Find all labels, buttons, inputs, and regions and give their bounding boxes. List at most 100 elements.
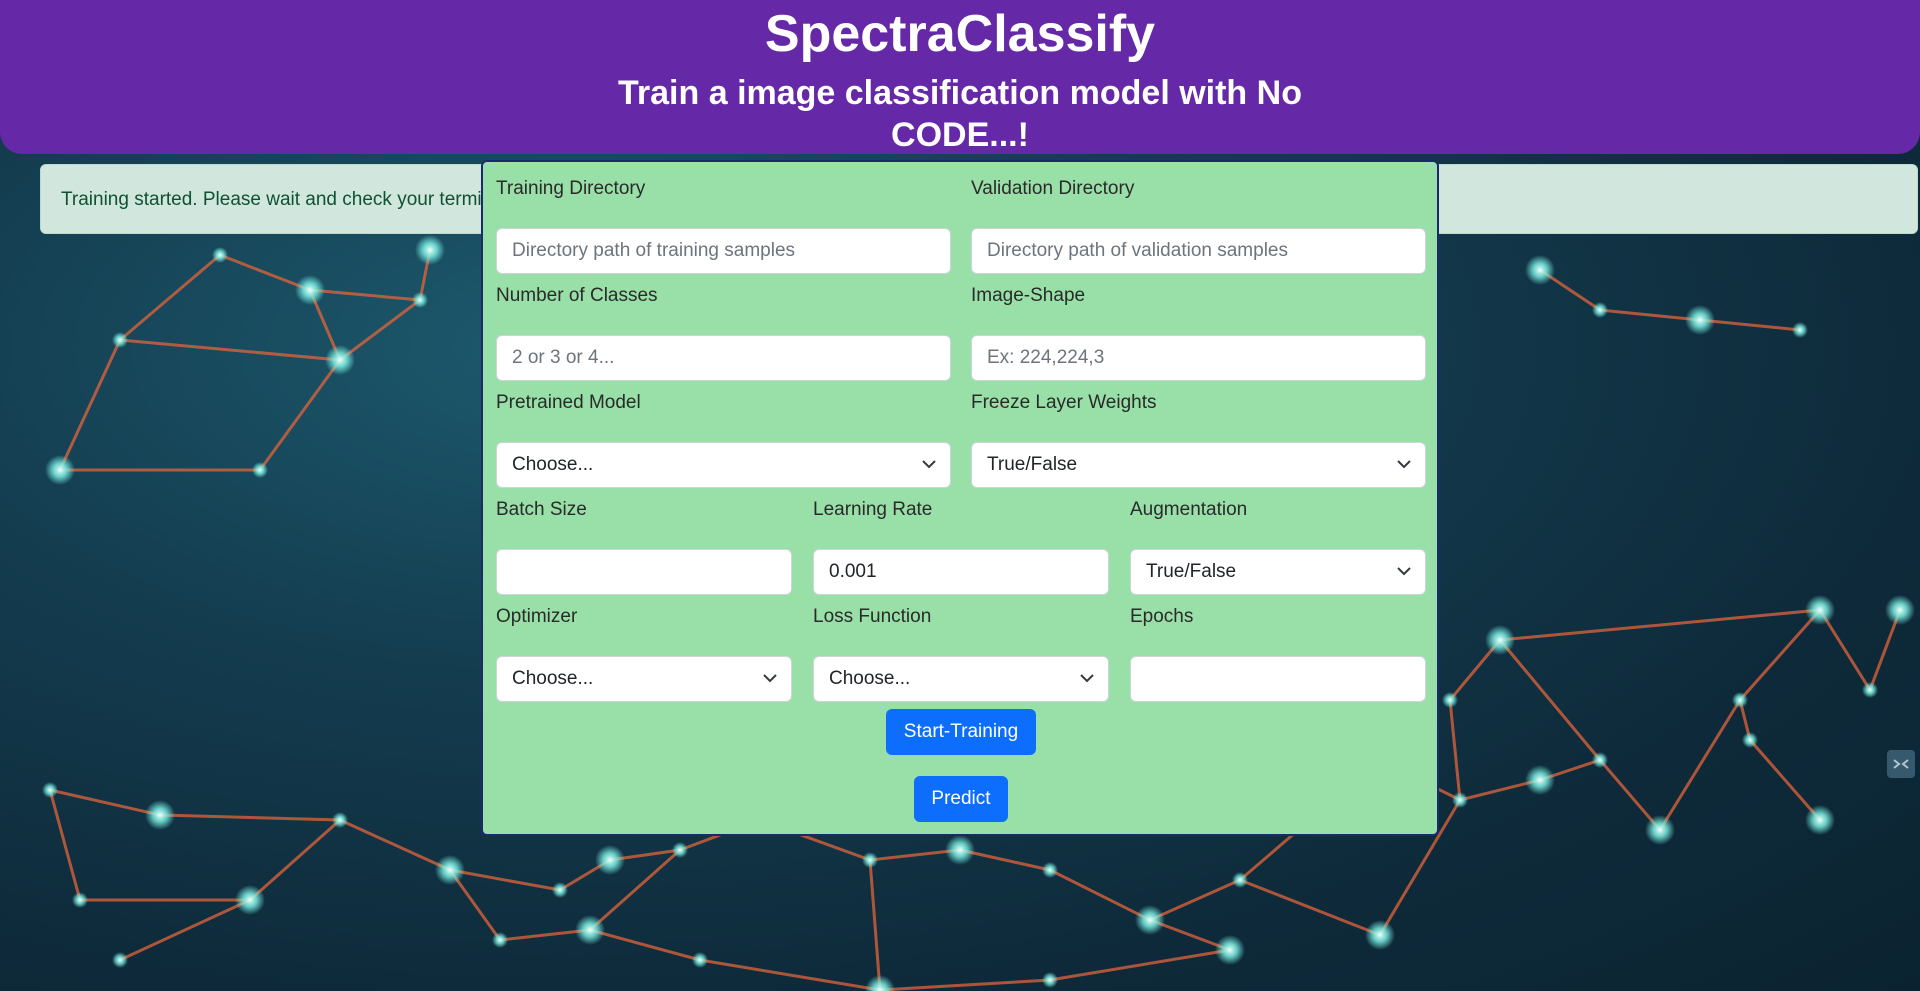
validation-directory-input[interactable] (971, 228, 1426, 274)
network-node (552, 882, 568, 898)
network-node (1732, 692, 1748, 708)
collapse-arrows-glyph (1893, 759, 1909, 769)
network-node (212, 247, 228, 263)
validation-directory-group: Validation Directory (971, 176, 1426, 274)
chevron-down-icon (1080, 674, 1094, 683)
network-line (159, 813, 341, 822)
network-node (692, 952, 708, 968)
network-node (595, 845, 625, 875)
collapse-arrows-icon[interactable] (1887, 750, 1915, 778)
network-line (58, 339, 122, 471)
app-title: SpectraClassify (764, 5, 1156, 63)
network-node (1592, 302, 1608, 318)
predict-button[interactable]: Predict (914, 776, 1008, 822)
optimizer-label: Optimizer (496, 606, 578, 627)
learning-rate-group: Learning Rate (813, 497, 1109, 595)
network-line (1239, 878, 1381, 937)
network-node (1805, 595, 1835, 625)
chevron-down-icon (763, 674, 777, 683)
chevron-down-icon (1397, 460, 1411, 469)
start-training-button[interactable]: Start-Training (886, 709, 1036, 755)
epochs-group: Epochs (1130, 604, 1426, 702)
pretrained-model-group: Pretrained Model Choose... (496, 390, 951, 488)
network-line (249, 818, 341, 902)
num-classes-label: Number of Classes (496, 285, 658, 306)
pretrained-model-selected: Choose... (512, 454, 594, 475)
network-node (575, 915, 605, 945)
freeze-layers-select[interactable]: True/False (971, 442, 1426, 488)
network-node (1525, 765, 1555, 795)
optimizer-select[interactable]: Choose... (496, 656, 792, 702)
num-classes-input[interactable] (496, 335, 951, 381)
training-directory-group: Training Directory (496, 176, 951, 274)
network-node (865, 975, 895, 991)
network-node (295, 275, 325, 305)
network-node (42, 782, 58, 798)
image-shape-label: Image-Shape (971, 285, 1086, 306)
network-node (1232, 872, 1248, 888)
network-line (449, 868, 561, 892)
augmentation-selected: True/False (1146, 561, 1237, 582)
pretrained-model-label: Pretrained Model (496, 392, 641, 413)
learning-rate-input[interactable] (813, 549, 1109, 595)
chevron-down-icon (1397, 567, 1411, 576)
network-line (258, 359, 342, 471)
epochs-input[interactable] (1130, 656, 1426, 702)
network-line (1448, 699, 1462, 801)
network-node (492, 932, 508, 948)
network-node (112, 332, 128, 348)
loss-function-label: Loss Function (813, 606, 932, 627)
freeze-layers-label: Freeze Layer Weights (971, 392, 1157, 413)
network-line (49, 788, 161, 817)
pretrained-model-select[interactable]: Choose... (496, 442, 951, 488)
network-line (879, 978, 1051, 991)
network-node (1792, 322, 1808, 338)
network-node (1525, 255, 1555, 285)
loss-function-selected: Choose... (829, 668, 911, 689)
network-node (235, 885, 265, 915)
optimizer-group: Optimizer Choose... (496, 604, 792, 702)
network-node (1862, 682, 1878, 698)
network-line (1498, 639, 1602, 761)
validation-directory-label: Validation Directory (971, 178, 1135, 199)
network-line (1658, 699, 1742, 831)
batch-size-input[interactable] (496, 549, 792, 595)
augmentation-select[interactable]: True/False (1130, 549, 1426, 595)
network-node (862, 852, 878, 868)
network-node (1592, 752, 1608, 768)
network-line (589, 928, 701, 962)
network-node (332, 812, 348, 828)
batch-size-group: Batch Size (496, 497, 792, 595)
network-node (252, 462, 268, 478)
network-node (435, 855, 465, 885)
optimizer-selected: Choose... (512, 668, 594, 689)
epochs-label: Epochs (1130, 606, 1194, 627)
network-node (1215, 935, 1245, 965)
network-line (1699, 318, 1801, 332)
network-line (868, 859, 882, 991)
network-line (1049, 948, 1231, 982)
network-line (119, 253, 221, 342)
freeze-layers-group: Freeze Layer Weights True/False (971, 390, 1426, 488)
training-directory-input[interactable] (496, 228, 951, 274)
network-node (325, 345, 355, 375)
network-node (1365, 920, 1395, 950)
network-line (339, 818, 451, 872)
network-line (699, 958, 881, 991)
network-line (1748, 739, 1822, 821)
augmentation-label: Augmentation (1130, 499, 1248, 520)
network-node (72, 892, 88, 908)
network-node (1485, 625, 1515, 655)
batch-size-label: Batch Size (496, 499, 587, 520)
loss-function-select[interactable]: Choose... (813, 656, 1109, 702)
network-line (1499, 608, 1821, 642)
network-line (119, 898, 251, 962)
freeze-layers-selected: True/False (987, 454, 1078, 475)
network-node (415, 235, 445, 265)
network-node (412, 292, 428, 308)
network-node (1135, 905, 1165, 935)
image-shape-input[interactable] (971, 335, 1426, 381)
network-line (1738, 609, 1822, 701)
network-node (1805, 805, 1835, 835)
network-node (145, 800, 175, 830)
